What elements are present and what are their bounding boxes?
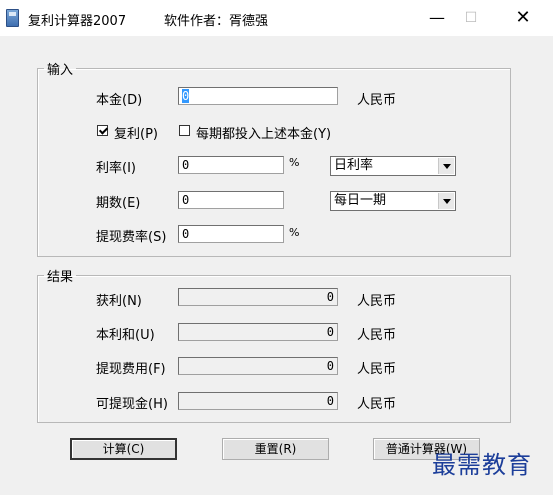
rate-period-select[interactable]: 日利率	[330, 156, 456, 176]
principal-input-value: 0	[182, 89, 190, 103]
fee-rate-input[interactable]: 0	[178, 225, 284, 243]
period-frequency-select[interactable]: 每日一期	[330, 191, 456, 211]
principal-unit: 人民币	[357, 93, 397, 108]
period-frequency-value: 每日一期	[334, 193, 387, 208]
withdrawable-cash-output: 0	[178, 392, 338, 410]
rate-input[interactable]: 0	[178, 156, 284, 174]
result-group-legend: 结果	[47, 270, 74, 285]
window-title: 复利计算器2007	[28, 14, 127, 29]
compound-label[interactable]: 复利(P)	[114, 123, 158, 142]
input-group-legend: 输入	[47, 63, 74, 78]
rate-label: 利率(I)	[96, 161, 136, 176]
watermark-logo: 最需教育	[432, 451, 532, 479]
profit-output: 0	[178, 288, 338, 306]
calculate-button[interactable]: 计算(C)	[70, 438, 177, 460]
withdrawable-cash-label: 可提现金(H)	[96, 397, 168, 412]
withdrawal-fee-label: 提现费用(F)	[96, 362, 166, 377]
close-button[interactable]: ✕	[500, 0, 546, 36]
author-label: 软件作者：胥德强	[164, 14, 269, 29]
fee-rate-unit: %	[289, 226, 300, 239]
reinvest-label[interactable]: 每期都投入上述本金(Y)	[196, 123, 331, 142]
rate-unit: %	[289, 156, 300, 169]
dialog-client-area: 输入 本金(D) 0 人民币 复利(P) 每期都投入上述本金(Y) 利率(I) …	[1, 36, 552, 494]
total-amount-output: 0	[178, 323, 338, 341]
withdrawable-cash-unit: 人民币	[357, 397, 397, 412]
principal-input[interactable]: 0	[178, 87, 338, 105]
fee-rate-label: 提现费率(S)	[96, 230, 167, 245]
profit-unit: 人民币	[357, 294, 397, 309]
compound-checkbox[interactable]	[97, 125, 108, 136]
calculator-app-icon	[6, 9, 19, 27]
withdrawal-fee-output: 0	[178, 357, 338, 375]
reinvest-checkbox[interactable]	[179, 125, 190, 136]
maximize-button[interactable]: ☐	[448, 0, 494, 36]
total-amount-label: 本利和(U)	[96, 328, 155, 343]
chevron-down-icon[interactable]	[438, 158, 454, 174]
principal-label: 本金(D)	[96, 93, 143, 108]
periods-input[interactable]: 0	[178, 191, 284, 209]
title-bar: 复利计算器2007 软件作者：胥德强 — ☐ ✕	[0, 0, 553, 36]
chevron-down-icon[interactable]	[438, 193, 454, 209]
rate-period-value: 日利率	[334, 158, 374, 173]
periods-label: 期数(E)	[96, 196, 141, 211]
total-amount-unit: 人民币	[357, 328, 397, 343]
withdrawal-fee-unit: 人民币	[357, 362, 397, 377]
profit-label: 获利(N)	[96, 294, 142, 309]
reset-button[interactable]: 重置(R)	[222, 438, 329, 460]
